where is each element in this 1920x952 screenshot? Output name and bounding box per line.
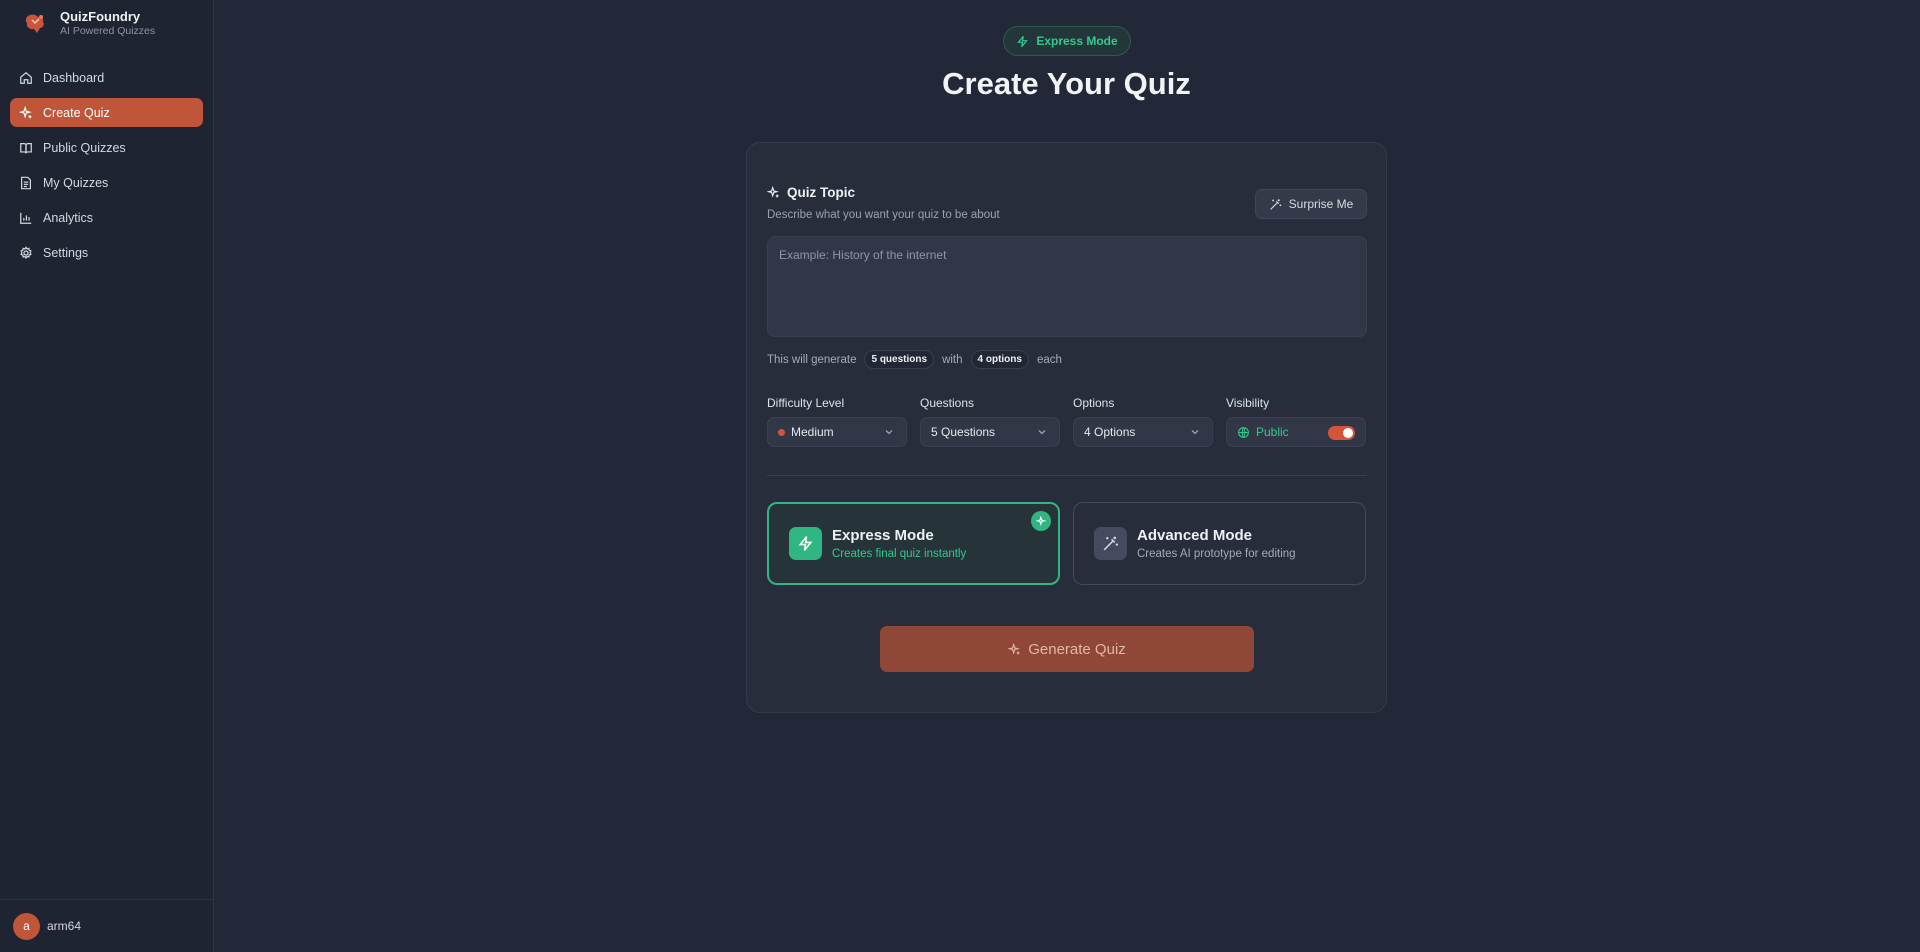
advanced-mode-card[interactable]: Advanced Mode Creates AI prototype for e… [1073, 502, 1366, 585]
sidebar-item-public-quizzes[interactable]: Public Quizzes [10, 133, 203, 162]
brand-name: QuizFoundry [60, 9, 141, 24]
difficulty-value: Medium [791, 425, 834, 439]
quiz-form-card: Quiz Topic Describe what you want your q… [746, 142, 1387, 713]
brand-tagline: AI Powered Quizzes [60, 25, 156, 37]
sidebar-item-my-quizzes[interactable]: My Quizzes [10, 168, 203, 197]
avatar: a [13, 912, 40, 940]
username: arm64 [47, 919, 82, 933]
gen-prefix: This will generate [767, 353, 857, 366]
surprise-me-label: Surprise Me [1288, 197, 1354, 211]
topic-heading: Quiz Topic [767, 185, 855, 200]
express-mode-card[interactable]: Express Mode Creates final quiz instantl… [767, 502, 1060, 585]
difficulty-indicator [778, 428, 785, 436]
sidebar: QuizFoundry AI Powered Quizzes Dashboard… [0, 0, 214, 952]
express-mode-subtitle: Creates final quiz instantly [832, 547, 967, 560]
sparkles-icon [767, 186, 779, 198]
topic-description: Describe what you want your quiz to be a… [767, 209, 1000, 221]
options-value: 4 Options [1084, 425, 1136, 439]
generate-quiz-button[interactable]: Generate Quiz [880, 626, 1254, 672]
lightning-icon [789, 527, 822, 560]
file-text-icon [19, 176, 33, 190]
divider [767, 475, 1367, 476]
visibility-value: Public [1256, 425, 1289, 439]
sidebar-item-label: Public Quizzes [43, 140, 126, 155]
generation-summary: This will generate 5 questions with 4 op… [767, 350, 1062, 369]
sparkles-icon [19, 105, 33, 120]
user-menu[interactable]: a arm64 [0, 899, 213, 952]
visibility-label: Visibility [1226, 396, 1270, 410]
book-open-icon [19, 141, 33, 155]
gear-icon [19, 245, 33, 260]
sidebar-item-analytics[interactable]: Analytics [10, 203, 203, 232]
express-mode-title: Express Mode [832, 526, 934, 544]
generate-quiz-label: Generate Quiz [1028, 640, 1126, 658]
sidebar-item-create-quiz[interactable]: Create Quiz [10, 98, 203, 127]
gen-with: with [942, 353, 963, 366]
advanced-mode-subtitle: Creates AI prototype for editing [1137, 547, 1296, 560]
options-select[interactable]: 4 Options [1073, 417, 1213, 447]
mode-badge-label: Express Mode [1036, 34, 1118, 48]
sidebar-item-label: Analytics [43, 210, 94, 225]
sidebar-item-label: Settings [43, 245, 89, 260]
mode-badge: Express Mode [1003, 26, 1131, 56]
magic-wand-icon [1269, 198, 1281, 210]
topic-input[interactable] [767, 236, 1367, 337]
brand[interactable]: QuizFoundry AI Powered Quizzes [22, 9, 155, 38]
sidebar-item-settings[interactable]: Settings [10, 238, 203, 267]
difficulty-label: Difficulty Level [767, 396, 845, 410]
questions-value: 5 Questions [931, 425, 996, 439]
sidebar-item-label: Create Quiz [43, 105, 110, 120]
difficulty-select[interactable]: Medium [767, 417, 907, 447]
visibility-toggle[interactable] [1328, 426, 1355, 440]
options-count-chip: 4 options [970, 350, 1029, 369]
questions-select[interactable]: 5 Questions [920, 417, 1060, 447]
lightning-icon [1017, 35, 1029, 47]
logo-icon [25, 14, 44, 33]
questions-label: Questions [920, 396, 975, 410]
toggle-knob [1343, 428, 1353, 438]
topic-title: Quiz Topic [787, 185, 855, 200]
magic-wand-icon [1094, 527, 1127, 560]
bar-chart-icon [19, 211, 33, 225]
gen-suffix: each [1036, 353, 1062, 366]
page-title: Create Your Quiz [942, 66, 1191, 101]
questions-count-chip: 5 questions [864, 350, 935, 369]
selected-sparkles-icon [1031, 511, 1051, 531]
advanced-mode-title: Advanced Mode [1137, 526, 1253, 544]
chevron-down-icon [1191, 430, 1199, 435]
sparkles-icon [1008, 642, 1021, 655]
chevron-down-icon [885, 430, 893, 435]
globe-icon [1238, 426, 1249, 438]
options-label: Options [1073, 396, 1115, 410]
chevron-down-icon [1038, 430, 1046, 435]
visibility-field: Public [1226, 417, 1366, 447]
surprise-me-button[interactable]: Surprise Me [1255, 189, 1367, 219]
sidebar-item-label: My Quizzes [43, 175, 109, 190]
